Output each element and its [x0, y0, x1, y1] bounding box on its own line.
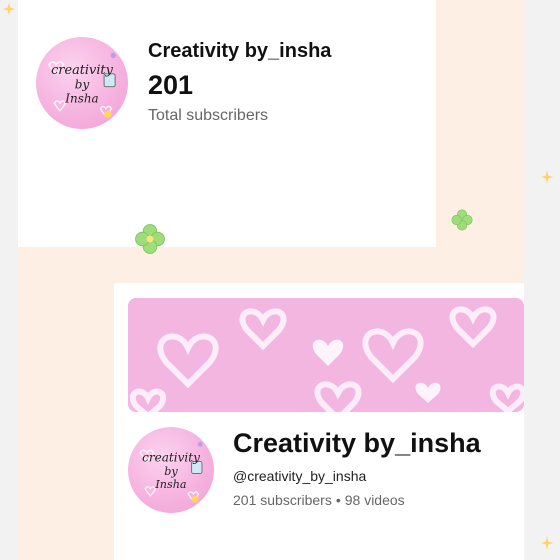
channel-stats: 201 subscribers • 98 videos — [233, 492, 405, 508]
clover-sticker-icon — [135, 224, 165, 254]
channel-avatar[interactable]: creativity by Insha — [36, 37, 128, 129]
channel-name[interactable]: Creativity by_insha — [148, 40, 331, 63]
avatar-line-3: Insha — [154, 478, 186, 491]
avatar-line-1: creativity — [51, 63, 114, 78]
star-sticker-icon — [540, 536, 554, 550]
clover-sticker-icon — [451, 209, 473, 231]
subscriber-count: 201 subscribers — [233, 492, 332, 508]
star-sticker-icon — [540, 170, 554, 184]
avatar-line-3: Insha — [64, 91, 98, 105]
hearts-pattern — [129, 306, 524, 412]
subscriber-count: 201 — [148, 70, 194, 100]
separator: • — [335, 492, 341, 508]
star-sticker-icon — [2, 2, 16, 16]
channel-banner — [128, 298, 524, 412]
avatar-line-1: creativity — [142, 450, 200, 464]
avatar-line-2: by — [75, 78, 90, 92]
video-count: 98 videos — [344, 492, 405, 508]
channel-name[interactable]: Creativity by_insha — [233, 428, 481, 459]
avatar-line-2: by — [164, 465, 178, 478]
avatar-art: creativity by Insha — [47, 52, 117, 118]
avatar-art: creativity by Insha — [139, 441, 203, 503]
channel-handle[interactable]: @creativity_by_insha — [233, 468, 366, 484]
channel-avatar[interactable]: creativity by Insha — [128, 427, 214, 513]
subscriber-count-label: Total subscribers — [148, 107, 269, 124]
